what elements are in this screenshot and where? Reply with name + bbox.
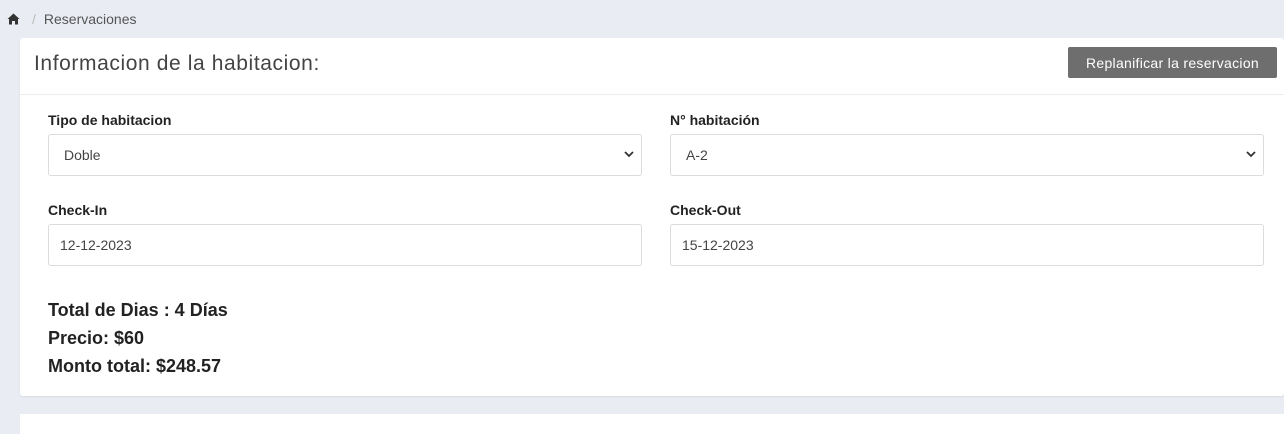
home-icon[interactable]: [6, 12, 20, 26]
check-in-label: Check-In: [48, 202, 108, 218]
breadcrumb-current: Reservaciones: [43, 11, 137, 27]
check-in-field: Check-In 12-12-2023: [48, 200, 642, 266]
total-days: Total de Dias : 4 Días: [48, 300, 228, 320]
check-out-input[interactable]: 15-12-2023: [670, 224, 1264, 266]
breadcrumb-separator: /: [32, 11, 36, 27]
total-amount: Monto total: $248.57: [48, 356, 222, 376]
room-type-value: Doble: [64, 147, 101, 163]
next-card: [20, 414, 1284, 434]
room-number-field: N° habitación A-2: [670, 110, 1264, 176]
reservation-summary: Total de Dias : 4 Días Precio: $60 Monto…: [48, 296, 228, 380]
chevron-down-icon: [624, 151, 634, 158]
room-type-label: Tipo de habitacion: [48, 112, 172, 128]
check-in-value: 12-12-2023: [60, 237, 132, 253]
card-header: Informacion de la habitacion: Replanific…: [20, 38, 1284, 95]
room-number-select[interactable]: A-2: [670, 134, 1264, 176]
check-out-value: 15-12-2023: [682, 237, 754, 253]
chevron-down-icon: [1246, 151, 1256, 158]
room-number-value: A-2: [686, 147, 708, 163]
price: Precio: $60: [48, 328, 145, 348]
room-type-field: Tipo de habitacion Doble: [48, 110, 642, 176]
check-out-field: Check-Out 15-12-2023: [670, 200, 1264, 266]
check-in-input[interactable]: 12-12-2023: [48, 224, 642, 266]
breadcrumb: / Reservaciones: [0, 0, 1284, 38]
replan-reservation-button[interactable]: Replanificar la reservacion: [1068, 47, 1277, 78]
room-type-select[interactable]: Doble: [48, 134, 642, 176]
card-title: Informacion de la habitacion:: [34, 52, 320, 75]
check-out-label: Check-Out: [670, 202, 741, 218]
room-info-card: Informacion de la habitacion: Replanific…: [20, 38, 1284, 396]
room-number-label: N° habitación: [670, 112, 760, 128]
